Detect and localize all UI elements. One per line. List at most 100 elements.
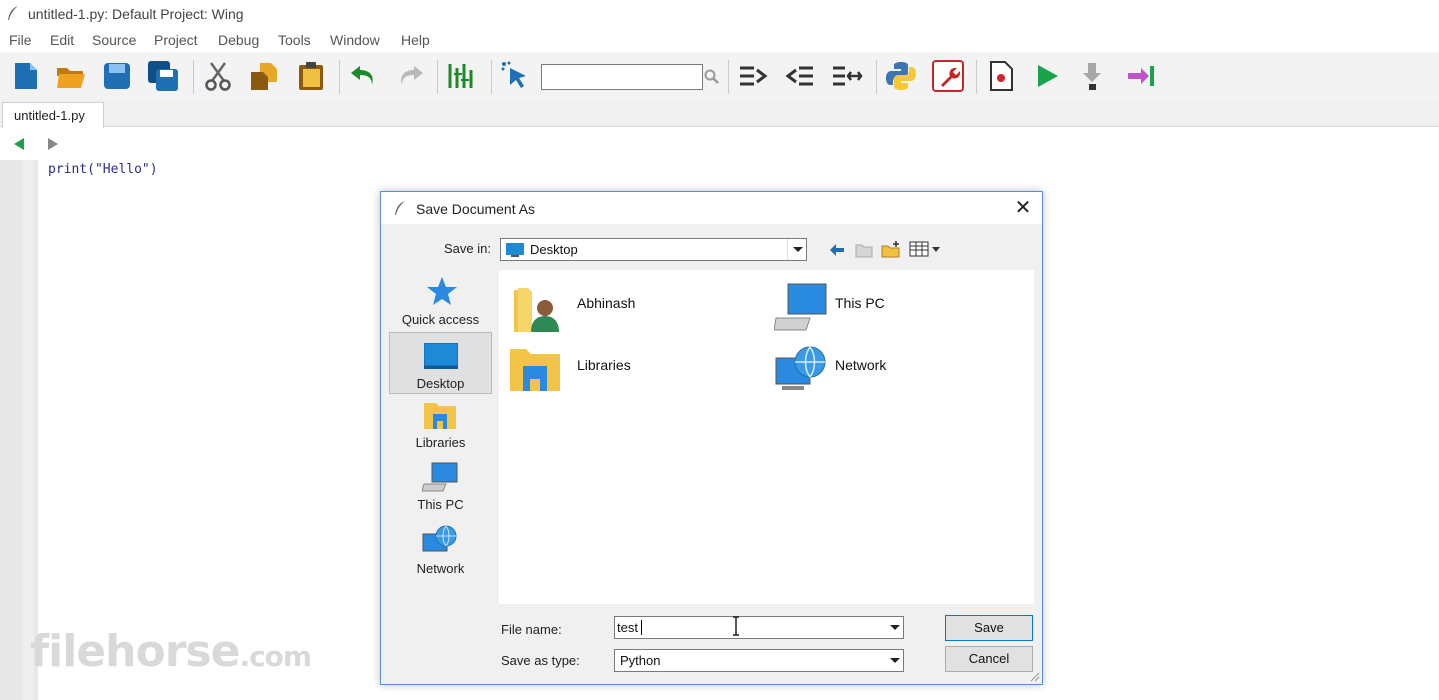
feather-icon [395, 201, 405, 215]
file-name: This PC [835, 295, 885, 311]
app-title-bar: untitled-1.py: Default Project: Wing [0, 0, 1439, 28]
save-button[interactable]: Save [945, 615, 1033, 641]
place-desktop[interactable]: Desktop [389, 332, 492, 394]
step-into-icon[interactable] [1078, 60, 1110, 92]
file-list: Abhinash This PC Libraries Network [499, 270, 1034, 604]
menu-file[interactable]: File [9, 32, 32, 48]
search-input[interactable] [541, 64, 703, 90]
dialog-title: Save Document As [416, 201, 536, 217]
place-label: Quick access [401, 312, 480, 327]
fold-gutter [22, 160, 34, 700]
network-icon [775, 346, 826, 390]
desktop-icon [424, 343, 458, 369]
save-type-select[interactable]: Python [614, 649, 904, 672]
new-folder-icon[interactable] [881, 240, 901, 258]
place-this-pc[interactable]: This PC [388, 458, 493, 518]
breakpoint-doc-icon[interactable] [985, 60, 1017, 92]
user-folder-icon [514, 288, 559, 332]
cancel-button[interactable]: Cancel [945, 646, 1033, 672]
open-folder-icon[interactable] [55, 60, 87, 92]
computer-icon [422, 462, 458, 492]
list-item[interactable]: Network [774, 342, 1014, 398]
dialog-title-bar: Save Document As ✕ [381, 192, 1042, 224]
file-name-value[interactable]: test [617, 620, 638, 635]
back-icon[interactable] [829, 243, 845, 257]
save-in-label: Save in: [444, 241, 491, 256]
network-icon [422, 525, 457, 552]
file-name: Abhinash [577, 295, 636, 311]
file-name: Libraries [577, 357, 631, 373]
save-icon[interactable] [101, 60, 133, 92]
back-arrow-icon[interactable] [12, 137, 26, 151]
forward-arrow-icon[interactable] [46, 137, 60, 151]
star-icon [427, 277, 457, 305]
place-label: Libraries [415, 435, 466, 450]
cut-icon[interactable] [202, 60, 234, 92]
computer-icon [774, 283, 827, 331]
place-label: This PC [417, 497, 464, 512]
new-file-icon[interactable] [10, 60, 42, 92]
libraries-icon [510, 349, 560, 391]
save-all-icon[interactable] [147, 60, 179, 92]
list-item[interactable]: Abhinash [509, 280, 749, 336]
pointer-select-icon[interactable] [500, 60, 532, 92]
menu-window[interactable]: Window [330, 32, 380, 48]
menu-tools[interactable]: Tools [278, 32, 311, 48]
indent-guides-icon[interactable] [446, 60, 478, 92]
code-line[interactable]: print("Hello") [48, 162, 158, 177]
place-libraries[interactable]: Libraries [388, 396, 493, 456]
save-dialog: Save Document As ✕ Save in: Desktop Quic… [380, 191, 1043, 685]
close-icon[interactable]: ✕ [1013, 198, 1033, 218]
copy-icon[interactable] [248, 60, 280, 92]
view-menu-icon[interactable] [909, 241, 941, 257]
place-quick-access[interactable]: Quick access [388, 272, 493, 332]
feather-icon [8, 6, 18, 20]
run-icon[interactable] [1031, 60, 1063, 92]
watermark-suffix: .com [239, 640, 312, 673]
paste-icon[interactable] [295, 60, 327, 92]
list-item[interactable]: Libraries [509, 342, 749, 398]
save-in-select[interactable]: Desktop [500, 238, 807, 261]
list-item[interactable]: This PC [774, 280, 1014, 336]
file-name-label: File name: [501, 622, 562, 637]
resize-grip-icon[interactable] [1030, 672, 1040, 682]
menu-project[interactable]: Project [154, 32, 198, 48]
libraries-icon [424, 403, 456, 429]
desktop-icon [506, 243, 524, 257]
window-title: untitled-1.py: Default Project: Wing [28, 6, 244, 22]
places-bar: Quick access Desktop Libraries This PC N… [388, 272, 493, 592]
save-type-label: Save as type: [501, 653, 580, 668]
indent-left-icon[interactable] [784, 60, 816, 92]
ibeam-cursor-icon [733, 616, 739, 636]
undo-icon[interactable] [348, 60, 380, 92]
editor-tab-bar [0, 100, 1439, 127]
step-out-icon[interactable] [1124, 60, 1156, 92]
place-label: Network [416, 561, 465, 576]
file-name: Network [835, 357, 887, 373]
menu-bar: File Edit Source Project Debug Tools Win… [0, 28, 1439, 52]
tab-label: untitled-1.py [14, 108, 85, 123]
text-cursor [641, 620, 642, 635]
menu-source[interactable]: Source [92, 32, 136, 48]
search-icon[interactable] [704, 69, 720, 85]
save-in-value: Desktop [530, 242, 578, 257]
watermark-main: filehorse [30, 626, 240, 677]
save-type-value: Python [620, 653, 661, 668]
place-label: Desktop [416, 376, 465, 391]
chevron-down-icon[interactable] [885, 617, 903, 638]
indent-toggle-icon[interactable] [831, 60, 863, 92]
menu-edit[interactable]: Edit [50, 32, 74, 48]
redo-icon[interactable] [394, 60, 426, 92]
menu-help[interactable]: Help [401, 32, 430, 48]
watermark: filehorse.com [30, 626, 312, 677]
chevron-down-icon[interactable] [885, 650, 903, 671]
up-folder-icon[interactable] [855, 242, 873, 258]
menu-debug[interactable]: Debug [218, 32, 259, 48]
python-icon[interactable] [885, 60, 917, 92]
file-name-field[interactable]: test [614, 616, 904, 639]
tab-untitled-1[interactable]: untitled-1.py [2, 102, 104, 128]
indent-right-icon[interactable] [737, 60, 769, 92]
wrench-icon[interactable] [932, 60, 964, 92]
chevron-down-icon[interactable] [787, 239, 806, 260]
place-network[interactable]: Network [388, 520, 493, 580]
